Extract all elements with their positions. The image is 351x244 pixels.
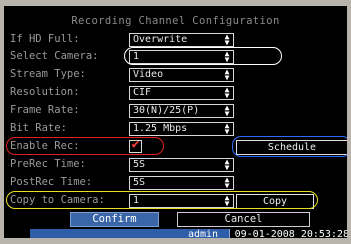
copy-button[interactable]: Copy [236,194,314,209]
postrec-time-value: 5S [133,177,146,188]
updown-arrows-icon: ▲ ▼ [224,158,230,172]
dialog-title: Recording Channel Configuration [71,15,280,27]
frame-rate-value: 30(N)/25(P) [133,105,200,116]
frame-rate-select[interactable]: 30(N)/25(P) ▲ ▼ [129,104,234,118]
resolution-value: CIF [133,87,152,98]
enable-rec-checkbox[interactable]: ✔ [129,137,142,153]
if-hd-full-label: If HD Full: [10,33,80,45]
updown-arrows-icon: ▲ ▼ [224,50,230,64]
select-camera-value: 1 [133,51,140,62]
copy-to-camera-select[interactable]: 1 ▲ ▼ [129,194,234,208]
updown-arrows-icon: ▲ ▼ [224,33,230,47]
stream-type-label: Stream Type: [10,68,86,80]
checkmark-icon: ✔ [131,137,140,152]
postrec-time-select[interactable]: 5S ▲ ▼ [129,176,234,190]
stream-type-value: Video [133,69,164,80]
status-user: admin [187,229,219,240]
bit-rate-value: 1.25 Mbps [133,123,188,134]
updown-arrows-icon: ▲ ▼ [224,86,230,100]
updown-arrows-icon: ▲ ▼ [224,176,230,190]
prerec-time-value: 5S [133,159,146,170]
prerec-time-select[interactable]: 5S ▲ ▼ [129,158,234,172]
schedule-button[interactable]: Schedule [236,140,348,155]
enable-rec-label: Enable Rec: [10,140,80,152]
updown-arrows-icon: ▲ ▼ [224,68,230,82]
select-camera-select[interactable]: 1 ▲ ▼ [129,50,234,64]
frame-rate-label: Frame Rate: [10,104,80,116]
if-hd-full-value: Overwrite [133,34,188,45]
stream-type-select[interactable]: Video ▲ ▼ [129,68,234,82]
if-hd-full-select[interactable]: Overwrite ▲ ▼ [129,33,234,47]
copy-to-camera-label: Copy to Camera: [10,194,105,206]
resolution-select[interactable]: CIF ▲ ▼ [129,86,234,100]
updown-arrows-icon: ▲ ▼ [224,194,230,208]
status-datetime: 09-01-2008 20:53:28 [229,229,351,241]
bit-rate-label: Bit Rate: [10,122,67,134]
confirm-button[interactable]: Confirm [70,212,159,227]
updown-arrows-icon: ▲ ▼ [224,122,230,136]
copy-to-camera-value: 1 [133,195,140,206]
prerec-time-label: PreRec Time: [10,158,86,170]
cancel-button[interactable]: Cancel [177,212,310,227]
dvr-screen: Recording Channel Configuration If HD Fu… [0,0,351,244]
postrec-time-label: PostRec Time: [10,176,93,188]
resolution-label: Resolution: [10,86,80,98]
select-camera-label: Select Camera: [10,50,99,62]
updown-arrows-icon: ▲ ▼ [224,104,230,118]
bit-rate-select[interactable]: 1.25 Mbps ▲ ▼ [129,122,234,136]
